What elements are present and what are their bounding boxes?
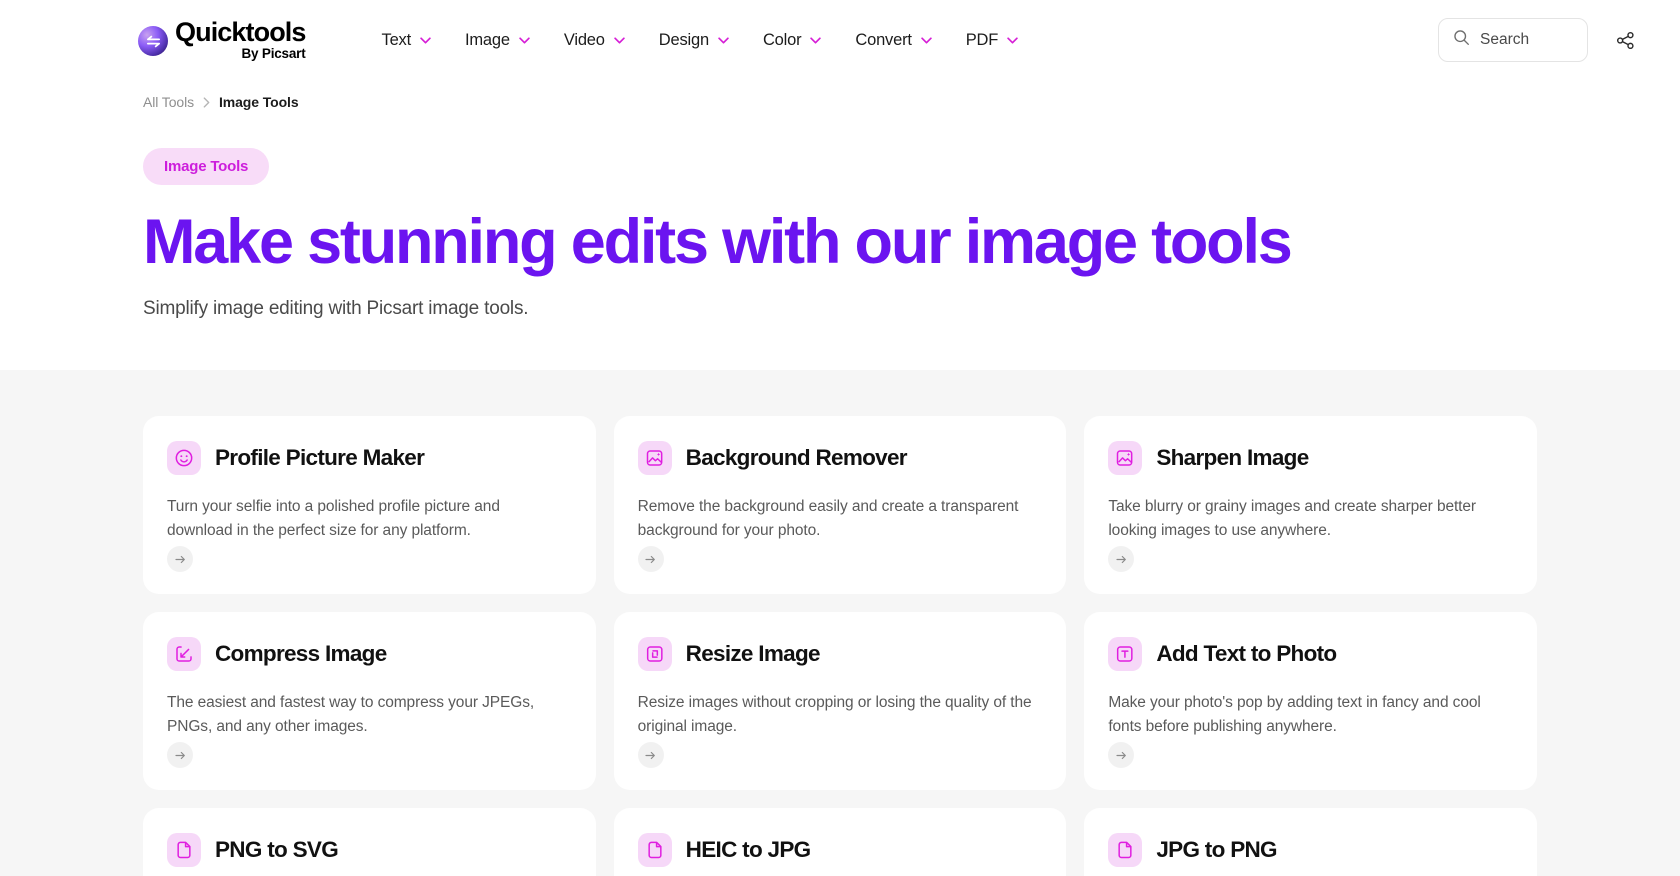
nav-item-video[interactable]: Video bbox=[564, 31, 625, 50]
logo-title: Quicktools bbox=[175, 17, 306, 48]
page-title: Make stunning edits with our image tools bbox=[143, 207, 1293, 277]
card-title: Sharpen Image bbox=[1156, 445, 1309, 470]
tool-card-heic-to-jpg[interactable]: HEIC to JPG Convert HEIC photos to JPG i… bbox=[613, 808, 1067, 876]
nav-item-pdf[interactable]: PDF bbox=[966, 31, 1018, 50]
chevron-down-icon bbox=[1007, 36, 1018, 44]
card-title: PNG to SVG bbox=[215, 837, 339, 862]
nav-label: PDF bbox=[965, 30, 999, 49]
hero-section: Image Tools Make stunning edits with our… bbox=[0, 110, 1680, 370]
card-description: The easiest and fastest way to compress … bbox=[167, 694, 535, 735]
card-description: Make your photo's pop by adding text in … bbox=[1108, 694, 1481, 735]
card-header: Compress Image bbox=[167, 637, 572, 671]
card-title: Resize Image bbox=[685, 641, 821, 666]
arrow-right-icon[interactable] bbox=[1108, 546, 1135, 572]
card-header: HEIC to JPG bbox=[637, 833, 1043, 867]
swap-arrows-icon bbox=[138, 26, 168, 56]
file-icon bbox=[1108, 833, 1143, 867]
chevron-down-icon bbox=[420, 36, 431, 44]
arrow-right-icon[interactable] bbox=[637, 546, 664, 572]
tool-card-profile-picture-maker[interactable]: Profile Picture Maker Turn your selfie i… bbox=[143, 416, 596, 594]
arrow-right-icon[interactable] bbox=[1108, 742, 1135, 768]
nav-label: Image bbox=[465, 30, 510, 49]
card-header: Profile Picture Maker bbox=[167, 441, 572, 475]
nav-item-convert[interactable]: Convert bbox=[855, 30, 932, 50]
chevron-down-icon bbox=[519, 36, 530, 44]
chevron-down-icon bbox=[718, 36, 729, 44]
card-header: Background Remover bbox=[637, 441, 1043, 475]
breadcrumb-all-tools[interactable]: All Tools bbox=[143, 94, 194, 110]
smiley-face-icon bbox=[167, 441, 201, 475]
breadcrumb: All Tools Image Tools bbox=[0, 80, 1680, 110]
card-description: Take blurry or grainy images and create … bbox=[1108, 498, 1476, 539]
search-input[interactable] bbox=[1480, 31, 1573, 49]
nav-label: Text bbox=[381, 30, 412, 49]
card-header: Resize Image bbox=[637, 637, 1043, 671]
tool-card-background-remover[interactable]: Background Remover Remove the background… bbox=[613, 416, 1067, 594]
share-icon[interactable] bbox=[1610, 25, 1640, 55]
card-title: Profile Picture Maker bbox=[215, 445, 425, 470]
category-badge: Image Tools bbox=[143, 148, 270, 185]
tool-card-png-to-svg[interactable]: PNG to SVG Convert your PNG images into … bbox=[143, 808, 596, 876]
chevron-down-icon bbox=[614, 36, 625, 44]
logo-subtitle: By Picsart bbox=[241, 46, 306, 62]
nav-label: Design bbox=[658, 30, 709, 49]
chevron-down-icon bbox=[921, 36, 932, 44]
tool-card-jpg-to-png[interactable]: JPG to PNG This online JPG to PNG Conver… bbox=[1084, 808, 1537, 876]
card-title: Compress Image bbox=[215, 641, 387, 666]
arrow-right-icon[interactable] bbox=[637, 742, 664, 768]
chevron-down-icon bbox=[810, 36, 822, 44]
image-sparkle-icon bbox=[1108, 441, 1143, 475]
tool-card-sharpen-image[interactable]: Sharpen Image Take blurry or grainy imag… bbox=[1084, 416, 1537, 594]
card-header: Add Text to Photo bbox=[1108, 637, 1513, 671]
nav-label: Video bbox=[563, 30, 605, 49]
card-title: HEIC to JPG bbox=[685, 837, 812, 862]
card-description: Resize images without cropping or losing… bbox=[637, 694, 1032, 735]
tool-card-resize-image[interactable]: Resize Image Resize images without cropp… bbox=[613, 612, 1067, 790]
breadcrumb-current: Image Tools bbox=[218, 94, 299, 110]
search-icon bbox=[1453, 29, 1470, 51]
arrow-right-icon[interactable] bbox=[167, 742, 193, 768]
tools-section: Profile Picture Maker Turn your selfie i… bbox=[0, 370, 1680, 876]
nav-item-text[interactable]: Text bbox=[382, 31, 431, 50]
nav-label: Convert bbox=[855, 30, 912, 49]
file-icon bbox=[167, 833, 201, 867]
tools-grid: Profile Picture Maker Turn your selfie i… bbox=[143, 416, 1537, 876]
tool-card-compress-image[interactable]: Compress Image The easiest and fastest w… bbox=[143, 612, 596, 790]
card-title: Background Remover bbox=[685, 445, 908, 470]
card-header: JPG to PNG bbox=[1108, 833, 1513, 867]
resize-icon bbox=[637, 637, 672, 671]
page-subtitle: Simplify image editing with Picsart imag… bbox=[143, 297, 529, 319]
image-sparkle-icon bbox=[637, 441, 672, 475]
main-navigation: Text Image Video Design Color Convert PD… bbox=[382, 31, 1019, 50]
nav-item-image[interactable]: Image bbox=[465, 31, 530, 50]
add-text-icon bbox=[1108, 637, 1143, 671]
chevron-right-icon bbox=[203, 96, 210, 108]
site-header: Quicktools By Picsart Text Image Video D… bbox=[0, 0, 1680, 80]
header-actions bbox=[1438, 18, 1640, 62]
compress-arrow-icon bbox=[167, 637, 201, 671]
card-header: Sharpen Image bbox=[1108, 441, 1513, 475]
card-description: Remove the background easily and create … bbox=[637, 498, 1019, 539]
card-description: Turn your selfie into a polished profile… bbox=[167, 498, 500, 539]
arrow-right-icon[interactable] bbox=[167, 546, 193, 572]
card-title: Add Text to Photo bbox=[1156, 641, 1337, 666]
nav-item-design[interactable]: Design bbox=[659, 31, 729, 50]
logo[interactable]: Quicktools By Picsart bbox=[138, 19, 306, 61]
nav-label: Color bbox=[762, 30, 802, 49]
nav-item-color[interactable]: Color bbox=[762, 30, 822, 50]
card-title: JPG to PNG bbox=[1156, 837, 1277, 862]
tool-card-add-text-to-photo[interactable]: Add Text to Photo Make your photo's pop … bbox=[1084, 612, 1537, 790]
search-box[interactable] bbox=[1438, 18, 1588, 62]
card-header: PNG to SVG bbox=[167, 833, 572, 867]
file-icon bbox=[637, 833, 672, 867]
